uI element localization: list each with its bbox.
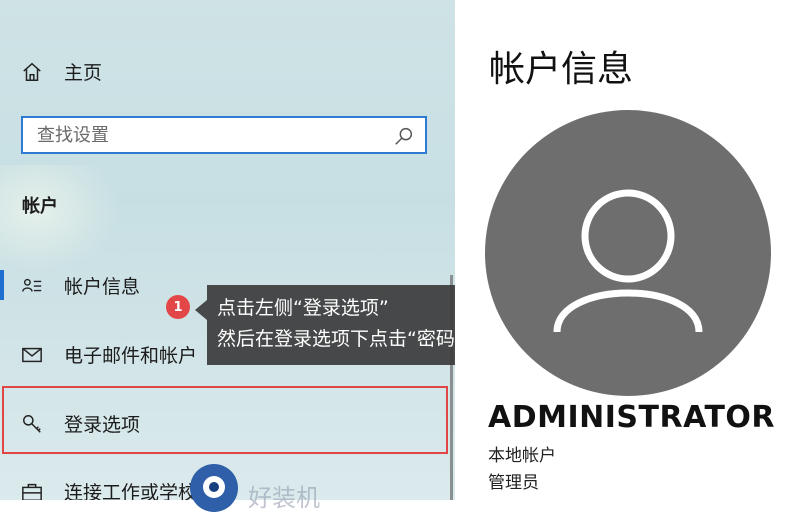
home-label: 主页	[64, 62, 103, 84]
sidebar-item-email[interactable]: 电子邮件和帐户	[0, 341, 197, 368]
watermark-text: 好装机	[248, 484, 320, 512]
watermark-logo-dot	[209, 482, 219, 492]
section-title: 帐户	[22, 196, 58, 217]
search-input[interactable]	[23, 118, 397, 152]
background-blur	[0, 165, 120, 275]
mail-icon	[20, 343, 44, 367]
account-type: 本地帐户	[488, 446, 556, 466]
callout-arrow	[195, 300, 207, 320]
account-role: 管理员	[488, 473, 539, 493]
search-field[interactable]	[21, 116, 427, 154]
search-icon[interactable]	[393, 125, 415, 147]
home-icon	[20, 60, 44, 84]
sidebar-item-label: 帐户信息	[64, 276, 141, 298]
sidebar-item-label: 电子邮件和帐户	[64, 345, 198, 367]
sidebar-item-sign-in-options[interactable]: 登录选项	[0, 410, 140, 437]
user-name: ADMINISTRATOR	[488, 400, 776, 435]
avatar[interactable]	[485, 110, 771, 396]
user-icon	[553, 189, 703, 333]
sidebar-item-account-info[interactable]: 帐户信息	[0, 272, 140, 299]
account-info-icon	[20, 274, 44, 298]
step-badge: 1	[166, 295, 190, 319]
settings-sidebar: 主页 帐户 帐户信息 电子邮件和帐户 登录选项 连接工作或学校帐户	[0, 0, 455, 500]
account-info-panel: 帐户信息 ADMINISTRATOR 本地帐户 管理员	[455, 0, 800, 500]
home-nav-item[interactable]: 主页	[0, 58, 102, 85]
sidebar-item-label: 登录选项	[64, 414, 141, 436]
key-icon	[20, 412, 44, 436]
page-title: 帐户信息	[489, 49, 634, 90]
briefcase-icon	[20, 480, 44, 500]
